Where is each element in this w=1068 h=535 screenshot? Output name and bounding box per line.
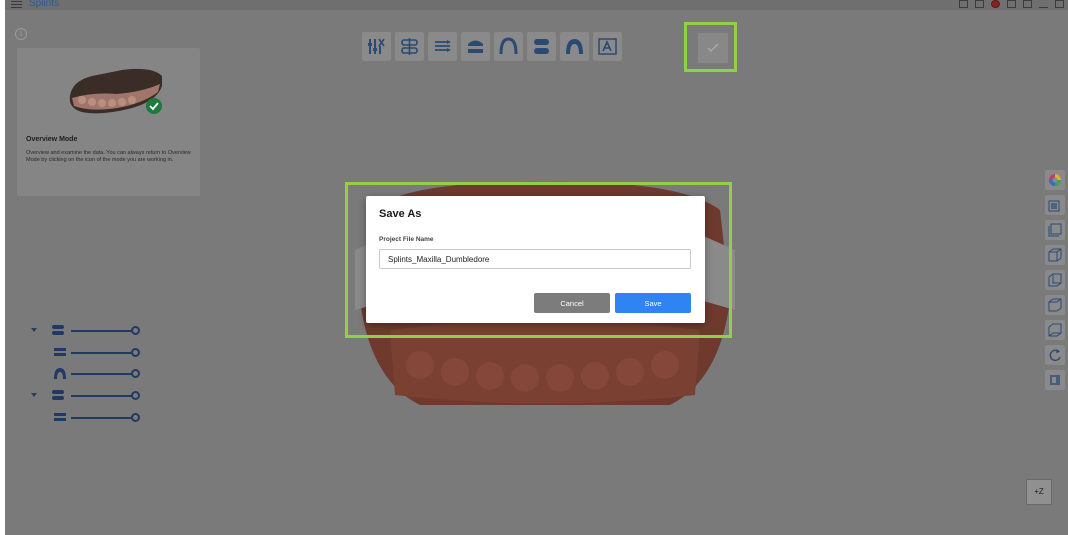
plus-z-view-button[interactable]: +Z <box>1026 479 1052 505</box>
expand-caret-icon[interactable] <box>31 328 37 332</box>
info-icon[interactable]: i <box>15 28 27 40</box>
toggle-view-icon <box>1050 375 1060 385</box>
adjust-sliders-icon <box>368 38 385 54</box>
view-bottom-button[interactable] <box>1045 320 1065 340</box>
opacity-slider-track[interactable] <box>71 373 133 375</box>
mode-description: Overview and examine the data. You can a… <box>26 150 191 163</box>
splint-stack-icon <box>534 39 549 54</box>
view-top-icon <box>1048 298 1062 312</box>
color-wheel-button[interactable] <box>1045 170 1065 190</box>
screenshot-icon[interactable] <box>959 0 968 8</box>
maximize-icon[interactable] <box>1055 0 1064 8</box>
opacity-slider-track[interactable] <box>71 352 133 354</box>
align-teeth-icon <box>401 38 418 55</box>
save-button[interactable]: Save <box>615 293 691 313</box>
view-back-button[interactable] <box>1045 220 1065 240</box>
minimize-icon[interactable] <box>1039 0 1048 8</box>
expand-caret-icon[interactable] <box>31 393 37 397</box>
arch-stack-icon <box>468 40 483 53</box>
dialog-title: Save As <box>379 208 422 220</box>
mode-toolbar <box>362 32 622 61</box>
opacity-slider-handle[interactable] <box>131 326 140 335</box>
arch-solid-tool[interactable] <box>560 32 589 61</box>
menu-icon[interactable] <box>11 1 22 8</box>
mode-info-card: Overview Mode Overview and examine the d… <box>17 48 200 196</box>
view-left-icon <box>1048 248 1062 262</box>
file-name-label: Project File Name <box>379 236 434 243</box>
save-as-dialog: Save As Project File Name Cancel Save <box>366 196 705 323</box>
opacity-slider-handle[interactable] <box>131 391 140 400</box>
view-right-button[interactable] <box>1045 270 1065 290</box>
view-front-button[interactable] <box>1045 195 1065 215</box>
tree-row-mandible-splint <box>31 411 141 425</box>
opacity-slider-handle[interactable] <box>131 369 140 378</box>
mode-title: Overview Mode <box>26 136 78 143</box>
mandible-scan-icon <box>52 390 64 400</box>
view-bottom-icon <box>1048 323 1062 337</box>
splint-layer-icon <box>54 348 66 356</box>
toggle-view-button[interactable] <box>1045 370 1065 390</box>
maxilla-scan-icon <box>52 325 64 335</box>
finish-mode-highlight <box>684 22 737 72</box>
arch-outline-icon <box>499 37 518 55</box>
adjust-sliders-tool[interactable] <box>362 32 391 61</box>
tree-row-maxilla <box>31 324 141 338</box>
view-front-icon <box>1048 200 1060 212</box>
opacity-slider-handle[interactable] <box>131 348 140 357</box>
view-toolbar <box>1045 170 1065 390</box>
tree-row-mandible <box>31 389 141 403</box>
window-controls <box>959 0 1064 8</box>
text-label-tool[interactable] <box>593 32 622 61</box>
view-top-button[interactable] <box>1045 295 1065 315</box>
align-teeth-tool[interactable] <box>395 32 424 61</box>
layers-tool[interactable] <box>428 32 457 61</box>
title-bar: Splints <box>5 0 1068 10</box>
view-right-icon <box>1048 273 1062 287</box>
layers-icon <box>435 40 451 52</box>
restore-icon[interactable] <box>1023 0 1032 8</box>
tree-row-maxilla-splint <box>31 346 141 360</box>
reset-rotation-button[interactable] <box>1045 345 1065 365</box>
color-wheel-icon <box>1049 174 1061 186</box>
view-back-icon <box>1048 223 1062 237</box>
record-icon[interactable] <box>991 0 1000 8</box>
view-left-button[interactable] <box>1045 245 1065 265</box>
arch-stack-tool[interactable] <box>461 32 490 61</box>
settings-icon[interactable] <box>1007 0 1016 8</box>
overview-mode-thumbnail <box>69 68 162 114</box>
reset-rotation-icon <box>1049 349 1061 362</box>
snapshot-icon[interactable] <box>975 0 984 8</box>
text-label-icon <box>598 38 617 55</box>
tree-row-arch <box>31 367 141 381</box>
opacity-slider-track[interactable] <box>71 395 133 397</box>
splint-layer-icon <box>54 413 66 421</box>
cancel-button[interactable]: Cancel <box>534 293 610 313</box>
arch-solid-icon <box>566 39 583 54</box>
splint-stack-tool[interactable] <box>527 32 556 61</box>
opacity-slider-track[interactable] <box>71 330 133 332</box>
opacity-slider-handle[interactable] <box>131 413 140 422</box>
arch-outline-tool[interactable] <box>494 32 523 61</box>
arch-layer-icon <box>54 368 66 379</box>
app-title: Splints <box>29 0 60 9</box>
file-name-input[interactable] <box>379 249 691 269</box>
opacity-slider-track[interactable] <box>71 417 133 419</box>
